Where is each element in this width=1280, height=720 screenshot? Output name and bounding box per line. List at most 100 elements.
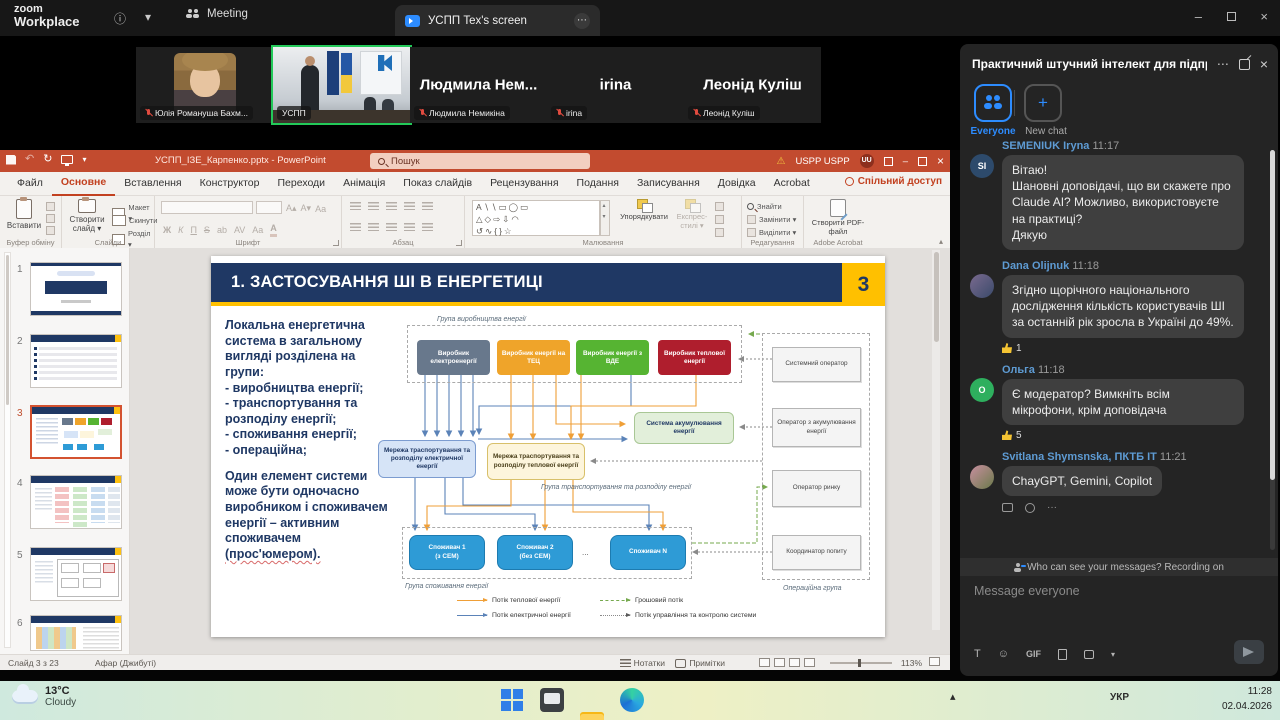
shape-fill-button[interactable]	[715, 202, 724, 211]
shape-outline-button[interactable]	[715, 215, 724, 224]
slide-thumbnail-4[interactable]	[30, 475, 122, 529]
account-name[interactable]: USPP USPP	[795, 156, 849, 167]
emoji-icon[interactable]: ☺	[998, 648, 1009, 660]
sender-name[interactable]: Ольга	[1002, 364, 1035, 376]
paste-button[interactable]: Вставити	[6, 199, 42, 230]
font-name-select[interactable]	[161, 201, 253, 214]
chat-message[interactable]: O Ольга 11:18 Є модератор? Вимкніть всім…	[970, 364, 1256, 441]
video-tile-yulia[interactable]: Юлія Романуша Бахм...	[136, 47, 273, 123]
justify-icon[interactable]	[404, 223, 415, 232]
ppt-close-button[interactable]: ×	[937, 154, 944, 168]
sender-name[interactable]: SEMENIUK Iryna	[1002, 140, 1089, 152]
slide-thumbnail-1[interactable]	[30, 262, 122, 316]
create-pdf-button[interactable]: Створити PDF-файл	[811, 199, 865, 236]
format-painter-icon[interactable]	[46, 226, 55, 235]
tab-shared-screen[interactable]: УСПП Tex's screen ⋯	[395, 5, 600, 36]
start-slideshow-button[interactable]	[61, 155, 73, 164]
arrange-button[interactable]: Упорядкувати	[617, 199, 671, 222]
language-indicator[interactable]: УКР	[1110, 692, 1129, 703]
slideshow-view-icon[interactable]	[804, 658, 815, 667]
font-size-select[interactable]	[256, 201, 282, 214]
tab-slideshow[interactable]: Показ слайдів	[394, 172, 481, 195]
quick-styles-button[interactable]: Експрес-стилі ▾	[671, 199, 713, 230]
reaction-badge[interactable]: 1	[1002, 343, 1256, 354]
comments-button[interactable]: Примітки	[675, 658, 725, 668]
shapes-gallery[interactable]: A∖∖▭◯▭ △◇⇨⇩◠ ↺∿{}☆ ▴▾	[472, 200, 600, 236]
tab-review[interactable]: Рецензування	[481, 172, 567, 195]
tab-meeting[interactable]: Meeting	[186, 8, 248, 20]
chat-menu-icon[interactable]: ⋯	[1217, 57, 1229, 71]
notes-button[interactable]: Нотатки	[620, 658, 665, 668]
chat-scrollbar[interactable]	[1270, 150, 1275, 550]
numbering-icon[interactable]	[368, 202, 379, 211]
message-input[interactable]: Message everyone	[974, 584, 1080, 598]
align-center-icon[interactable]	[368, 223, 379, 232]
cut-icon[interactable]	[46, 202, 55, 211]
canvas-scrollbar[interactable]	[932, 250, 940, 630]
find-button[interactable]: Знайти	[747, 201, 782, 212]
new-chat-label[interactable]: New chat	[1016, 126, 1076, 137]
redo-button[interactable]: ↻	[43, 154, 52, 165]
sender-name[interactable]: Dana Olijnuk	[1002, 260, 1069, 272]
gif-icon[interactable]: GIF	[1026, 649, 1041, 659]
tab-options-icon[interactable]: ⋯	[574, 13, 590, 29]
reaction-badge[interactable]: 5	[1002, 430, 1256, 441]
tab-view[interactable]: Подання	[568, 172, 628, 195]
tray-chevron-icon[interactable]: ▴	[950, 690, 956, 703]
attach-file-icon[interactable]	[1058, 649, 1067, 660]
tab-acrobat[interactable]: Acrobat	[765, 172, 819, 195]
popout-icon[interactable]	[1239, 59, 1250, 70]
video-tile-ludmila[interactable]: Людмила Нем... Людмила Немикіна	[410, 47, 547, 123]
start-button[interactable]	[500, 688, 524, 712]
video-tile-leonid[interactable]: Леонід Куліш Леонід Куліш	[684, 47, 821, 123]
slide-thumbnail-6[interactable]	[30, 615, 122, 651]
more-actions-icon[interactable]: ···	[1047, 502, 1057, 513]
view-buttons[interactable]	[755, 657, 815, 667]
weather-widget[interactable]: 13°CCloudy	[12, 685, 76, 708]
reading-view-icon[interactable]	[789, 658, 800, 667]
minimize-button[interactable]: –	[1195, 9, 1202, 24]
chat-message[interactable]: Dana Olijnuk 11:18 Згідно щорічного наці…	[970, 260, 1256, 354]
copy-icon[interactable]	[46, 214, 55, 223]
slide-thumbnail-2[interactable]	[30, 334, 122, 388]
recording-banner[interactable]: Who can see your messages? Recording on	[960, 558, 1278, 576]
tab-file[interactable]: Файл	[8, 172, 52, 195]
chevron-down-icon[interactable]: ▾	[145, 10, 151, 24]
tab-animations[interactable]: Анімація	[334, 172, 394, 195]
search-input[interactable]: Пошук	[370, 153, 590, 169]
task-view-button[interactable]	[540, 688, 564, 712]
add-reaction-icon[interactable]	[1025, 503, 1035, 513]
line-spacing-icon[interactable]	[422, 202, 433, 211]
zoom-slider[interactable]	[830, 662, 892, 664]
indent-decrease-icon[interactable]	[386, 202, 397, 211]
fit-slide-icon[interactable]	[929, 657, 940, 666]
account-avatar[interactable]: UU	[860, 154, 874, 168]
shapes-scroll[interactable]: ▴▾	[600, 200, 610, 236]
video-tile-irina[interactable]: irina irina	[547, 47, 684, 123]
send-button[interactable]	[1234, 640, 1264, 664]
slide-thumbnail-5[interactable]	[30, 547, 122, 601]
screenshot-icon[interactable]	[1084, 650, 1094, 659]
share-button[interactable]: Спільний доступ	[845, 176, 942, 187]
tab-design[interactable]: Конструктор	[191, 172, 269, 195]
maximize-button[interactable]	[1227, 12, 1236, 21]
everyone-chip[interactable]	[974, 84, 1012, 122]
normal-view-icon[interactable]	[759, 658, 770, 667]
ribbon-options-icon[interactable]	[884, 157, 893, 166]
columns-icon[interactable]	[422, 223, 433, 232]
clock[interactable]: 11:28 02.04.2026	[1222, 685, 1272, 714]
new-slide-button[interactable]: Створити слайд ▾	[66, 199, 108, 233]
tab-help[interactable]: Довідка	[709, 172, 765, 195]
reply-icon[interactable]	[1002, 503, 1013, 512]
language-indicator[interactable]: Афар (Джибуті)	[95, 658, 156, 668]
zoom-level[interactable]: 113%	[901, 658, 922, 668]
qat-customize-icon[interactable]: ▾	[82, 156, 86, 164]
slide-thumbnail-3-current[interactable]	[30, 405, 122, 459]
collapse-ribbon-icon[interactable]: ▴	[939, 237, 943, 246]
sender-name[interactable]: Svitlana Shymsnska, ПКТБ ІТ	[1002, 451, 1157, 463]
sorter-view-icon[interactable]	[774, 658, 785, 667]
chat-message[interactable]: SI SEMENIUK Iryna 11:17 Вітаю! Шановні д…	[970, 140, 1256, 250]
select-button[interactable]: Виділити ▾	[747, 227, 796, 238]
edge-icon[interactable]	[620, 688, 644, 712]
reset-button[interactable]: Скинути	[112, 215, 157, 226]
